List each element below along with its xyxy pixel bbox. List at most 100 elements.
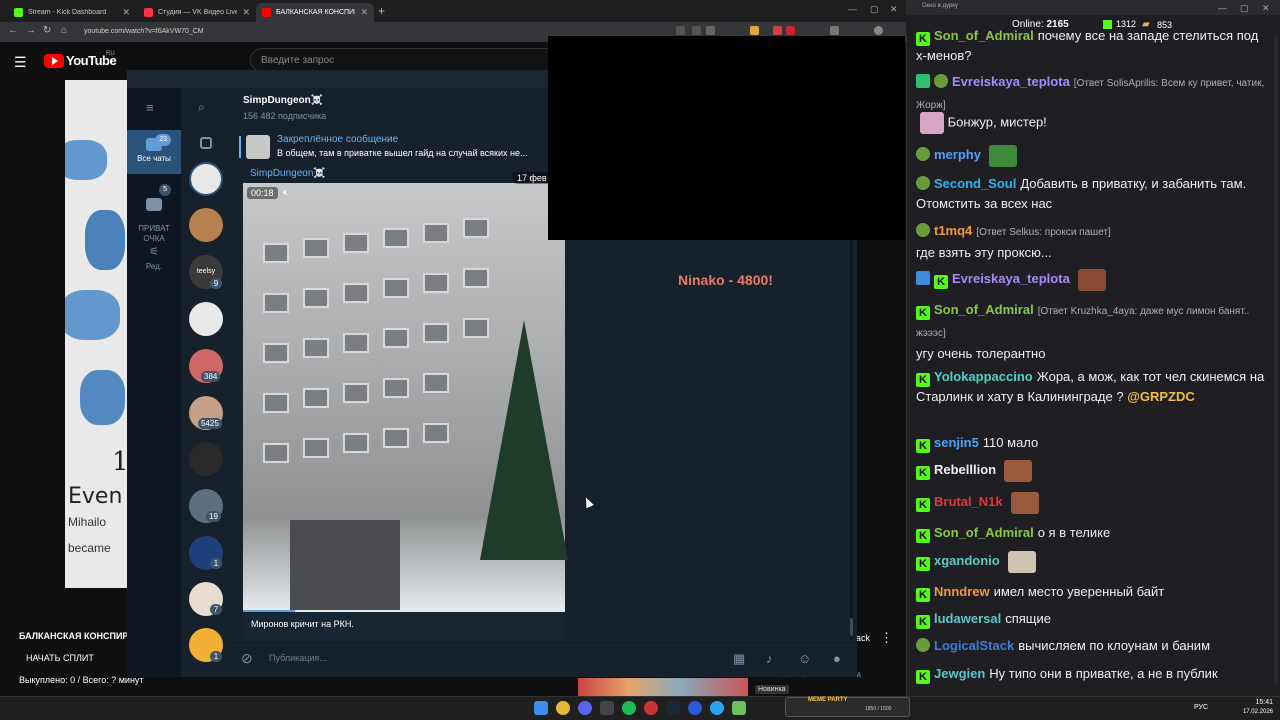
folder-private[interactable]: ПРИВАТ ОЧКА 5 bbox=[127, 180, 181, 243]
tab-title: Студия — VK Видео Live bbox=[158, 9, 238, 16]
chat-username[interactable]: Yolokappaccino bbox=[934, 369, 1033, 384]
chat-message: senjin5110 мало bbox=[916, 433, 1272, 453]
chat-username[interactable]: Brutal_N1k bbox=[934, 494, 1003, 509]
minimize-icon[interactable]: — bbox=[1218, 3, 1227, 13]
chat-username[interactable]: Son_of_Admiral bbox=[934, 302, 1034, 317]
message-author[interactable]: SimpDungeon☠️ bbox=[250, 168, 326, 179]
archive-icon[interactable] bbox=[200, 137, 212, 149]
telegram-icon[interactable] bbox=[710, 701, 724, 715]
language-indicator[interactable]: РУС bbox=[1194, 704, 1208, 711]
chat-message: Son_of_Admiralо я в телике bbox=[916, 523, 1272, 543]
chat-mention[interactable]: @GRPZDC bbox=[1127, 389, 1195, 404]
chat-username[interactable]: ludawersal bbox=[934, 611, 1001, 626]
chat-username[interactable]: Evreiskaya_teplota bbox=[952, 74, 1070, 89]
chat-username[interactable]: Rebelllion bbox=[934, 462, 996, 477]
zoom-icon[interactable] bbox=[676, 26, 685, 35]
cast-icon[interactable] bbox=[692, 26, 701, 35]
telegram-folder-rail bbox=[127, 88, 181, 677]
chat-avatar[interactable] bbox=[189, 302, 223, 336]
extension-icon[interactable] bbox=[750, 26, 759, 35]
chat-username[interactable]: senjin5 bbox=[934, 435, 979, 450]
chat-username[interactable]: xgandonio bbox=[934, 553, 1000, 568]
app-icon[interactable] bbox=[732, 701, 746, 715]
extension-icon[interactable] bbox=[773, 26, 782, 35]
windows-start-icon[interactable] bbox=[534, 701, 548, 715]
app-icon[interactable] bbox=[600, 701, 614, 715]
tab-youtube-video[interactable]: БАЛКАНСКАЯ КОНСПИРОЛОГИЯ ✕ bbox=[256, 3, 374, 22]
minimize-icon[interactable]: — bbox=[848, 4, 857, 14]
youtube-logo-icon[interactable] bbox=[44, 54, 64, 68]
emoji-icon[interactable]: ☺ bbox=[798, 651, 811, 666]
clock-time[interactable]: 15:41 bbox=[1243, 699, 1273, 706]
menu-icon[interactable]: ≡ bbox=[146, 100, 154, 115]
recommended-thumbnail[interactable] bbox=[578, 678, 748, 696]
pepe-badge-icon bbox=[916, 176, 930, 190]
chat-message: Бонжур, мистер! bbox=[916, 112, 1272, 134]
chat-username[interactable]: LogicalStack bbox=[934, 638, 1014, 653]
chat-text: где взять эту проксю... bbox=[916, 245, 1052, 260]
app-icon[interactable] bbox=[688, 701, 702, 715]
microphone-icon[interactable]: ● bbox=[833, 651, 841, 666]
schedule-icon[interactable]: ▦ bbox=[733, 651, 745, 667]
back-icon[interactable]: ← bbox=[8, 25, 18, 36]
bookmark-star-icon[interactable] bbox=[706, 26, 715, 35]
youtube-icon bbox=[262, 8, 271, 17]
attach-icon[interactable]: ⊘ bbox=[241, 650, 253, 667]
folder-edit[interactable]: ⚟ Ред. bbox=[127, 240, 181, 274]
profile-avatar[interactable] bbox=[874, 26, 883, 35]
home-icon[interactable]: ⌂ bbox=[61, 25, 67, 36]
muted-speaker-icon[interactable]: 🔇︎ bbox=[283, 188, 288, 198]
forward-icon[interactable]: → bbox=[26, 25, 36, 36]
scrollbar-thumb[interactable] bbox=[850, 618, 853, 636]
chat-username[interactable]: Nnndrew bbox=[934, 584, 990, 599]
maximize-icon[interactable]: ▢ bbox=[870, 4, 879, 15]
extension-icon[interactable] bbox=[786, 26, 795, 35]
bell-icon[interactable]: ♪ bbox=[766, 651, 773, 666]
spotify-icon[interactable] bbox=[622, 701, 636, 715]
compose-placeholder[interactable]: Публикация... bbox=[269, 653, 327, 663]
chat-text: Бонжур, мистер! bbox=[947, 114, 1047, 130]
close-window-icon[interactable]: ✕ bbox=[890, 4, 898, 15]
chat-avatar[interactable] bbox=[189, 162, 223, 196]
folder-all-chats[interactable]: Все чаты 23 bbox=[127, 130, 181, 174]
chat-avatar[interactable] bbox=[189, 208, 223, 242]
pepe-badge-icon bbox=[916, 638, 930, 652]
scrollbar-track[interactable] bbox=[850, 240, 853, 640]
hamburger-menu-icon[interactable]: ☰ bbox=[14, 54, 27, 71]
tab-kick-dashboard[interactable]: Stream - Kick Dashboard ✕ bbox=[8, 3, 136, 22]
chat-message: t1mq4 [Ответ Selkus: прокси пашет] где взя… bbox=[916, 221, 1272, 263]
chat-username[interactable]: Jewgien bbox=[934, 666, 985, 681]
close-icon[interactable]: ✕ bbox=[122, 7, 130, 18]
chrome-icon[interactable] bbox=[556, 701, 570, 715]
video-player[interactable] bbox=[65, 80, 127, 588]
download-icon[interactable] bbox=[830, 26, 839, 35]
chat-text: угу очень толерантно bbox=[916, 346, 1046, 361]
search-icon[interactable]: ⌕ bbox=[198, 100, 205, 115]
tab-vk-studio[interactable]: Студия — VK Видео Live ✕ bbox=[138, 3, 256, 22]
chat-username[interactable]: Second_Soul bbox=[934, 176, 1016, 191]
sliders-icon: ⚟ bbox=[149, 246, 159, 258]
chat-username[interactable]: Son_of_Admiral bbox=[934, 525, 1034, 540]
chat-username[interactable]: Evreiskaya_teplota bbox=[952, 271, 1070, 286]
discord-icon[interactable] bbox=[578, 701, 592, 715]
reload-icon[interactable]: ↻ bbox=[43, 25, 51, 36]
maximize-icon[interactable]: ▢ bbox=[1240, 3, 1249, 14]
channel-name[interactable]: SimpDungeon☠️ bbox=[243, 95, 323, 106]
close-icon[interactable]: ✕ bbox=[360, 7, 368, 18]
close-icon[interactable]: ✕ bbox=[242, 7, 250, 18]
app-icon[interactable] bbox=[644, 701, 658, 715]
new-tab-icon[interactable]: + bbox=[378, 4, 385, 18]
chat-username[interactable]: Son_of_Admiral bbox=[934, 28, 1034, 43]
chat-scrollbar[interactable] bbox=[1274, 35, 1278, 685]
more-options-icon[interactable]: ⋮ bbox=[880, 630, 893, 646]
clock-date[interactable]: 17.02.2026 bbox=[1233, 709, 1273, 715]
chat-avatar[interactable] bbox=[189, 442, 223, 476]
steam-icon[interactable] bbox=[666, 701, 680, 715]
start-split-button[interactable]: НАЧАТЬ СПЛИТ bbox=[26, 653, 94, 663]
folder-label: Все чаты bbox=[137, 154, 171, 163]
chat-username[interactable]: t1mq4 bbox=[934, 223, 972, 238]
chat-username[interactable]: merphy bbox=[934, 147, 981, 162]
folder-label: Ред. bbox=[145, 262, 163, 271]
close-window-icon[interactable]: ✕ bbox=[1262, 3, 1270, 14]
chat-text: о я в телике bbox=[1037, 525, 1111, 540]
